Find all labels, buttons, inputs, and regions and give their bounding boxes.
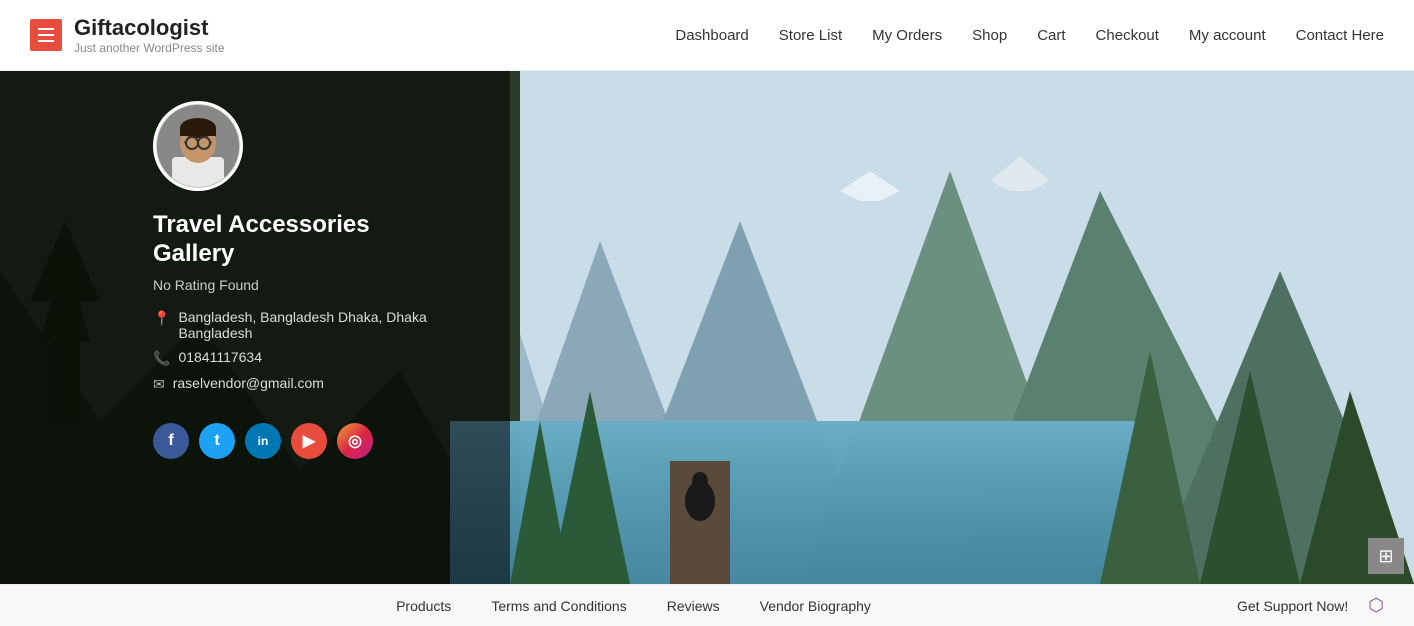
site-title: Giftacologist xyxy=(74,15,225,41)
nav-shop[interactable]: Shop xyxy=(972,27,1007,44)
floating-square-button[interactable]: ⊞ xyxy=(1368,538,1404,574)
store-card: Travel Accessories Gallery No Rating Fou… xyxy=(113,71,511,584)
share-icon[interactable]: ⬡ xyxy=(1368,595,1384,616)
facebook-button[interactable]: f xyxy=(153,423,189,459)
logo-text: Giftacologist Just another WordPress sit… xyxy=(74,15,225,55)
social-links: f t in ▶ ◎ xyxy=(153,423,481,459)
store-phone: 01841117634 xyxy=(178,349,262,365)
footer-nav-terms[interactable]: Terms and Conditions xyxy=(491,598,626,614)
store-info: 📍 Bangladesh, Bangladesh Dhaka, Dhaka Ba… xyxy=(153,309,481,393)
main-nav: Dashboard Store List My Orders Shop Cart… xyxy=(675,27,1384,44)
store-location: Bangladesh, Bangladesh Dhaka, Dhaka Bang… xyxy=(178,309,481,341)
email-icon: ✉ xyxy=(153,376,165,393)
footer-support[interactable]: Get Support Now! xyxy=(1237,598,1348,614)
nav-my-account[interactable]: My account xyxy=(1189,27,1266,44)
store-name: Travel Accessories Gallery xyxy=(153,211,481,269)
menu-icon[interactable] xyxy=(30,19,62,51)
linkedin-button[interactable]: in xyxy=(245,423,281,459)
nav-dashboard[interactable]: Dashboard xyxy=(675,27,748,44)
store-phone-row: 📞 01841117634 xyxy=(153,349,481,367)
avatar xyxy=(153,101,243,191)
hero-section: Travel Accessories Gallery No Rating Fou… xyxy=(0,71,1414,584)
footer-bar: Products Terms and Conditions Reviews Ve… xyxy=(0,584,1414,626)
twitter-button[interactable]: t xyxy=(199,423,235,459)
footer-nav-products[interactable]: Products xyxy=(396,598,451,614)
header: Giftacologist Just another WordPress sit… xyxy=(0,0,1414,71)
nav-checkout[interactable]: Checkout xyxy=(1096,27,1159,44)
nav-store-list[interactable]: Store List xyxy=(779,27,842,44)
store-email-row: ✉ raselvendor@gmail.com xyxy=(153,375,481,393)
nav-contact-here[interactable]: Contact Here xyxy=(1296,27,1384,44)
logo-area: Giftacologist Just another WordPress sit… xyxy=(30,15,225,55)
phone-icon: 📞 xyxy=(153,350,170,367)
store-email: raselvendor@gmail.com xyxy=(173,375,324,391)
footer-nav: Products Terms and Conditions Reviews Ve… xyxy=(30,598,1237,614)
footer-nav-reviews[interactable]: Reviews xyxy=(667,598,720,614)
location-icon: 📍 xyxy=(153,310,170,327)
footer-nav-vendor-bio[interactable]: Vendor Biography xyxy=(760,598,871,614)
youtube-button[interactable]: ▶ xyxy=(291,423,327,459)
site-subtitle: Just another WordPress site xyxy=(74,41,225,55)
nav-cart[interactable]: Cart xyxy=(1037,27,1065,44)
nav-my-orders[interactable]: My Orders xyxy=(872,27,942,44)
store-location-row: 📍 Bangladesh, Bangladesh Dhaka, Dhaka Ba… xyxy=(153,309,481,341)
store-rating: No Rating Found xyxy=(153,277,481,293)
instagram-button[interactable]: ◎ xyxy=(337,423,373,459)
